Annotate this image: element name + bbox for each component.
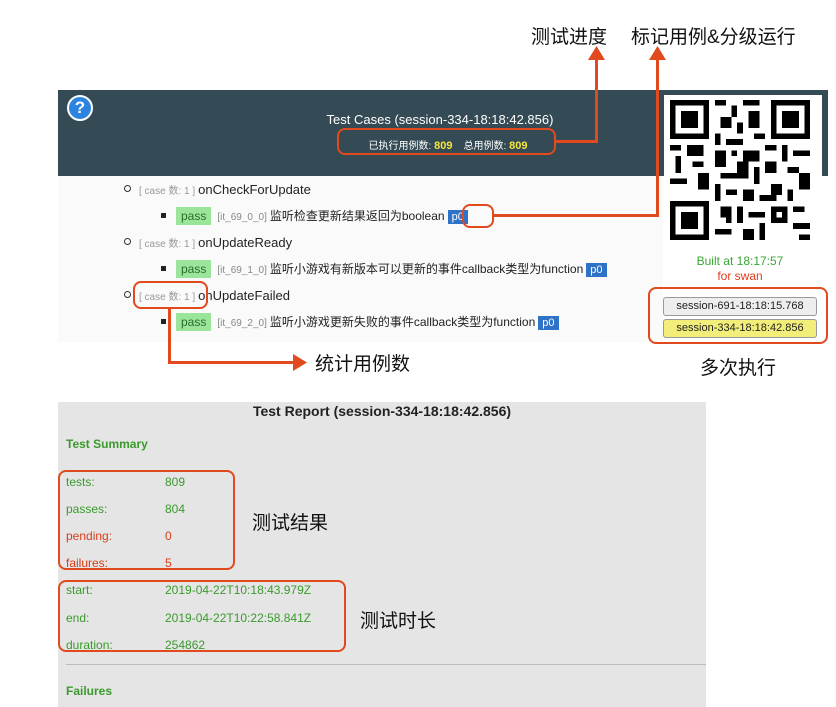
test-item[interactable]: pass [it_69_0_0] 监听检查更新结果返回为boolean p0 — [161, 207, 468, 225]
annotation-results: 测试结果 — [252, 513, 329, 534]
annotation-arrow-line — [168, 309, 171, 364]
qr-code-icon — [670, 100, 810, 240]
annotation-mark-cases: 标记用例&分级运行 — [631, 27, 796, 48]
circle-bullet-icon — [124, 238, 131, 245]
case-count: [ case 数: 1 ] — [139, 186, 196, 197]
priority-tag[interactable]: p0 — [586, 263, 607, 277]
page-title: Test Cases (session-334-18:18:42.856) — [326, 112, 554, 127]
case-item[interactable]: [ case 数: 1 ] onCheckForUpdate — [124, 182, 311, 197]
annotation-count-cases: 统计用例数 — [315, 354, 411, 375]
test-item[interactable]: pass [it_69_1_0] 监听小游戏有新版本可以更新的事件callback类… — [161, 260, 607, 278]
annotation-box-results — [58, 470, 235, 570]
annotation-duration: 测试时长 — [360, 611, 437, 632]
case-item[interactable]: [ case 数: 1 ] onUpdateReady — [124, 235, 292, 250]
square-bullet-icon — [161, 319, 166, 324]
divider — [66, 664, 706, 665]
failures-heading: Failures — [66, 684, 113, 698]
help-icon[interactable]: ? — [67, 95, 93, 121]
test-desc: 监听小游戏有新版本可以更新的事件callback类型为function — [269, 262, 584, 276]
case-name: onUpdateReady — [198, 235, 293, 250]
annotation-box-duration — [58, 580, 346, 652]
circle-bullet-icon — [124, 291, 131, 298]
case-name: onCheckForUpdate — [198, 182, 311, 197]
annotation-multi-run: 多次执行 — [700, 358, 777, 379]
annotation-arrow-line — [595, 56, 598, 143]
circle-bullet-icon — [124, 185, 131, 192]
report-title: Test Report (session-334-18:18:42.856) — [252, 403, 512, 419]
annotation-progress: 测试进度 — [531, 27, 608, 48]
square-bullet-icon — [161, 266, 166, 271]
pass-badge: pass — [176, 313, 212, 331]
square-bullet-icon — [161, 213, 166, 218]
annotation-box-priority — [462, 204, 494, 228]
arrow-up-icon — [649, 46, 666, 60]
annotation-arrow-line — [494, 214, 659, 217]
test-id: [it_69_2_0] — [217, 318, 267, 329]
arrow-right-icon — [293, 354, 307, 371]
test-desc: 监听检查更新结果返回为boolean — [269, 209, 445, 223]
arrow-up-icon — [588, 46, 605, 60]
build-time: Built at 18:17:57 — [696, 254, 784, 268]
annotation-box-case-count — [133, 281, 208, 309]
annotation-box-sessions — [648, 287, 828, 344]
case-name: onUpdateFailed — [198, 288, 290, 303]
priority-tag[interactable]: p0 — [538, 316, 559, 330]
test-desc: 监听小游戏更新失败的事件callback类型为function — [269, 315, 536, 329]
pass-badge: pass — [176, 207, 212, 225]
test-id: [it_69_0_0] — [217, 212, 267, 223]
annotation-box-progress — [337, 128, 556, 155]
annotation-arrow-line — [556, 140, 598, 143]
build-target: for swan — [717, 269, 763, 283]
annotation-arrow-line — [168, 361, 296, 364]
case-count: [ case 数: 1 ] — [139, 239, 196, 250]
test-id: [it_69_1_0] — [217, 265, 267, 276]
pass-badge: pass — [176, 260, 212, 278]
test-item[interactable]: pass [it_69_2_0] 监听小游戏更新失败的事件callback类型为fu… — [161, 313, 559, 331]
annotation-arrow-line — [656, 56, 659, 217]
summary-heading: Test Summary — [66, 437, 148, 451]
